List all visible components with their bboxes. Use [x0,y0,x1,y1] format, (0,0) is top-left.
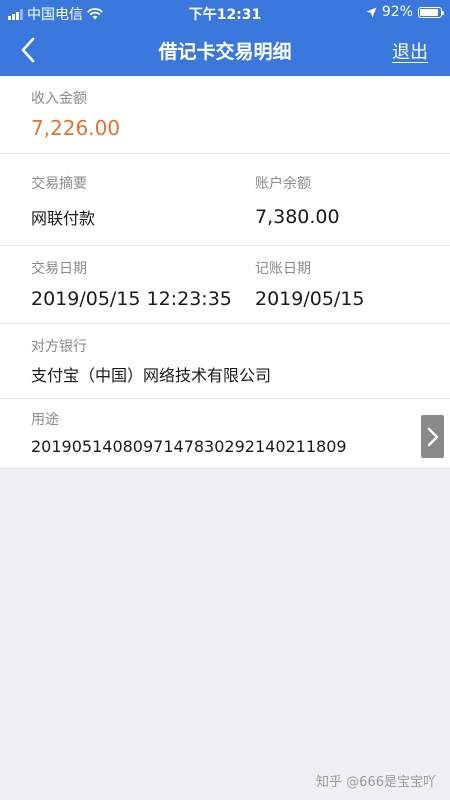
battery-fill [420,8,439,16]
expand-button[interactable] [421,415,444,458]
status-bar: 中国电信 下午12:31 92% [0,0,450,24]
balance-value: 7,380.00 [255,206,340,228]
chevron-right-icon [427,427,438,446]
trade-date-label: 交易日期 [31,261,87,277]
income-amount: 7,226.00 [31,116,121,140]
trade-date-value: 2019/05/15 12:23:35 [31,288,232,310]
book-date-value: 2019/05/15 [255,288,365,310]
income-label: 收入金额 [31,91,87,107]
purpose-value: 2019051408097147830292140211809 [31,437,347,456]
status-right: 92% [366,4,444,20]
counterparty-label: 对方银行 [31,339,87,355]
transaction-detail: 收入金额 7,226.00 交易摘要 网联付款 账户余额 7,380.00 交易… [0,76,450,469]
purpose-label: 用途 [31,412,59,428]
battery-percent: 92% [381,4,413,20]
page-title: 借记卡交易明细 [158,41,292,63]
summary-section: 交易摘要 网联付款 账户余额 7,380.00 [0,154,450,246]
balance-label: 账户余额 [255,176,311,192]
date-section: 交易日期 2019/05/15 12:23:35 记账日期 2019/05/15 [0,246,450,324]
location-arrow-icon [366,7,377,17]
counterparty-section: 对方银行 支付宝（中国）网络技术有限公司 [0,324,450,399]
watermark: 知乎 @666是宝宝吖 [316,775,436,790]
nav-bar: 借记卡交易明细 退出 [0,24,450,76]
counterparty-value: 支付宝（中国）网络技术有限公司 [31,366,272,385]
income-section: 收入金额 7,226.00 [0,76,450,154]
header: 中国电信 下午12:31 92% 借记卡交易明细 退出 [0,0,450,76]
battery-icon [418,6,444,18]
purpose-section: 用途 2019051408097147830292140211809 [0,399,450,469]
summary-label: 交易摘要 [31,176,87,192]
book-date-label: 记账日期 [255,261,311,277]
exit-button[interactable]: 退出 [392,38,428,64]
summary-value: 网联付款 [31,209,96,228]
